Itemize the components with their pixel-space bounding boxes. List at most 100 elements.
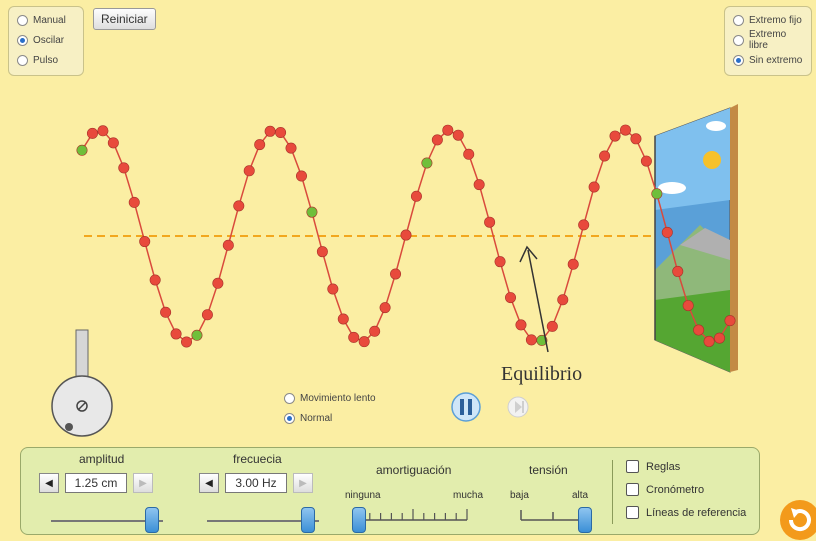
amplitude-value[interactable]: 1.25 cm: [65, 473, 127, 493]
bead: [369, 325, 381, 337]
bead: [358, 336, 370, 348]
bead: [567, 258, 579, 270]
bead: [578, 219, 590, 231]
bead: [379, 302, 391, 314]
bead: [431, 134, 443, 146]
bead: [505, 292, 517, 304]
bead: [494, 256, 506, 268]
step-button[interactable]: [507, 396, 529, 418]
bead: [442, 124, 454, 136]
bead: [619, 124, 631, 136]
reset-all-button[interactable]: [778, 498, 816, 541]
bead: [149, 274, 161, 286]
tension-min-label: baja: [510, 490, 529, 501]
speed-option-0-radio[interactable]: [284, 392, 295, 404]
checkbox-label-2: Líneas de referencia: [646, 506, 747, 519]
bead: [661, 226, 673, 238]
bead: [222, 239, 234, 251]
bead: [139, 236, 151, 248]
bead: [599, 150, 611, 162]
bead: [714, 332, 726, 344]
bead: [181, 336, 193, 348]
bead: [400, 229, 412, 241]
damping-slider-thumb[interactable]: [352, 507, 366, 533]
bead: [233, 200, 245, 212]
damping-label: amortiguación: [376, 463, 452, 477]
bead: [609, 130, 621, 142]
panel-divider: [612, 460, 613, 524]
bead: [97, 125, 109, 137]
bead: [348, 331, 360, 343]
bead: [306, 206, 318, 218]
speed-option-0-label: Movimiento lento: [300, 392, 376, 404]
bead: [243, 165, 255, 177]
checkbox-row-0[interactable]: Reglas: [626, 460, 680, 473]
damping-max-label: mucha: [453, 490, 484, 501]
bead: [484, 216, 496, 228]
checkbox-row-1[interactable]: Cronómetro: [626, 483, 704, 496]
tension-slider-thumb[interactable]: [578, 507, 592, 533]
pause-icon: [460, 399, 464, 415]
speed-option-0[interactable]: Movimiento lento: [284, 388, 376, 408]
frequency-spinner: ◀ 3.00 Hz ▶: [199, 473, 313, 493]
bead: [630, 133, 642, 145]
bead: [390, 268, 402, 280]
checkbox-0[interactable]: [626, 460, 639, 473]
bead: [525, 334, 537, 346]
oscillator-driver[interactable]: [51, 329, 113, 437]
frequency-value[interactable]: 3.00 Hz: [225, 473, 287, 493]
bead: [254, 139, 266, 151]
checkbox-1[interactable]: [626, 483, 639, 496]
damping-min-label: ninguna: [345, 490, 381, 501]
bead: [463, 148, 475, 160]
bead: [473, 179, 485, 191]
amplitude-spinner: ◀ 1.25 cm ▶: [39, 473, 153, 493]
bead: [588, 181, 600, 193]
bead: [107, 137, 119, 149]
bead: [316, 246, 328, 258]
bead: [275, 127, 287, 139]
frequency-label: frecuecia: [233, 452, 282, 466]
bead: [201, 309, 213, 321]
bead: [86, 127, 98, 139]
amplitude-increase-button[interactable]: ▶: [133, 473, 153, 493]
checkbox-label-1: Cronómetro: [646, 483, 705, 496]
speed-option-1-radio[interactable]: [284, 412, 295, 424]
bead: [128, 196, 140, 208]
bead: [160, 306, 172, 318]
bead: [693, 324, 705, 336]
bead: [515, 319, 527, 331]
tension-label: tensión: [529, 463, 568, 477]
speed-options: Movimiento lento Normal: [284, 388, 376, 428]
bead: [452, 129, 464, 141]
bead: [672, 265, 684, 277]
amplitude-slider-thumb[interactable]: [144, 507, 159, 533]
frequency-slider-thumb[interactable]: [300, 507, 315, 533]
checkbox-2[interactable]: [626, 506, 639, 519]
bead: [557, 294, 569, 306]
bead: [212, 277, 224, 289]
tension-max-label: alta: [572, 490, 589, 501]
checkbox-row-2[interactable]: Líneas de referencia: [626, 506, 746, 519]
bead: [76, 144, 88, 156]
amplitude-label: amplitud: [79, 452, 125, 466]
control-panel: amplitud ◀ 1.25 cm ▶ frecuecia ◀ 3.00 Hz…: [20, 447, 760, 535]
pause-button[interactable]: [451, 392, 481, 422]
bead: [651, 188, 663, 200]
bead: [410, 190, 422, 202]
bead: [337, 313, 349, 325]
damping-slider-track[interactable]: [355, 506, 475, 526]
equilibrium-annotation: Equilibrio: [501, 363, 582, 385]
frequency-increase-button[interactable]: ▶: [293, 473, 313, 493]
bead: [546, 320, 558, 332]
bead: [640, 155, 652, 167]
bead: [264, 125, 276, 137]
bead: [703, 335, 715, 347]
bead: [191, 329, 203, 341]
bead: [295, 170, 307, 182]
speed-option-1[interactable]: Normal: [284, 408, 376, 428]
sun-icon: [703, 151, 721, 169]
bead: [421, 157, 433, 169]
frequency-decrease-button[interactable]: ◀: [199, 473, 219, 493]
amplitude-decrease-button[interactable]: ◀: [39, 473, 59, 493]
